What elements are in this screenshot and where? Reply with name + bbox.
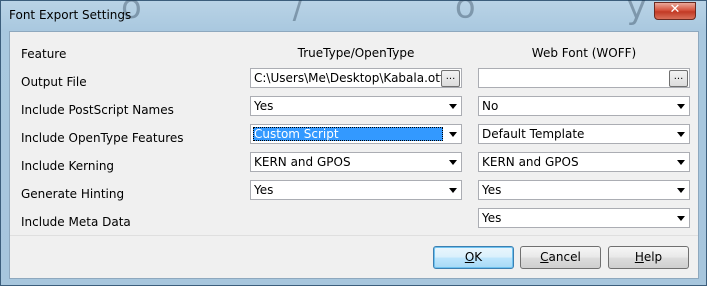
woff-opentype-value: Default Template xyxy=(482,127,585,141)
woff-postscript-value: No xyxy=(482,99,499,113)
chevron-down-icon xyxy=(677,216,685,221)
dialog-content: Feature TrueType/OpenType Web Font (WOFF… xyxy=(9,31,699,279)
cancel-mnemonic: C xyxy=(540,250,549,264)
truetype-kerning-select[interactable]: KERN and GPOS xyxy=(250,152,462,172)
chevron-down-icon xyxy=(449,132,457,137)
truetype-kerning-value: KERN and GPOS xyxy=(254,155,351,169)
output-file-label: Output File xyxy=(21,75,87,89)
truetype-column-header: TrueType/OpenType xyxy=(297,46,415,60)
chevron-down-icon xyxy=(677,132,685,137)
chevron-down-icon xyxy=(677,104,685,109)
truetype-postscript-value: Yes xyxy=(254,99,274,113)
woff-kerning-select[interactable]: KERN and GPOS xyxy=(478,152,690,172)
truetype-opentype-select[interactable]: Custom Script xyxy=(250,124,462,144)
truetype-hinting-select[interactable]: Yes xyxy=(250,180,462,200)
woff-hinting-select[interactable]: Yes xyxy=(478,180,690,200)
woff-browse-button[interactable]: ... xyxy=(669,70,688,87)
metadata-label: Include Meta Data xyxy=(21,215,131,229)
woff-metadata-select[interactable]: Yes xyxy=(478,208,690,228)
truetype-browse-button[interactable]: ... xyxy=(441,70,460,87)
chevron-down-icon xyxy=(449,188,457,193)
woff-kerning-value: KERN and GPOS xyxy=(482,155,579,169)
ok-button[interactable]: OK xyxy=(433,246,514,269)
background-glyphs: o / ö y ; ; < xyxy=(121,0,681,27)
woff-output-file-field[interactable]: ... xyxy=(478,68,690,88)
kerning-label: Include Kerning xyxy=(21,159,115,173)
help-label: elp xyxy=(643,250,663,264)
chevron-down-icon xyxy=(449,160,457,165)
ok-mnemonic: O xyxy=(464,250,475,264)
postscript-label: Include PostScript Names xyxy=(21,103,174,117)
truetype-hinting-value: Yes xyxy=(254,183,274,197)
chevron-down-icon xyxy=(677,160,685,165)
opentype-label: Include OpenType Features xyxy=(21,131,184,145)
chevron-down-icon xyxy=(677,188,685,193)
feature-column-header: Feature xyxy=(21,47,67,61)
woff-opentype-select[interactable]: Default Template xyxy=(478,124,690,144)
help-mnemonic: H xyxy=(634,250,644,264)
woff-metadata-value: Yes xyxy=(482,211,502,225)
dialog-window: o / ö y ; ; < Font Export Settings ✕ Fea… xyxy=(0,0,707,286)
divider xyxy=(10,235,698,236)
truetype-postscript-select[interactable]: Yes xyxy=(250,96,462,116)
help-button[interactable]: Help xyxy=(608,246,689,269)
woff-postscript-select[interactable]: No xyxy=(478,96,690,116)
truetype-output-file-field[interactable]: C:\Users\Me\Desktop\Kabala.otf ... xyxy=(250,68,462,88)
woff-hinting-value: Yes xyxy=(482,183,502,197)
window-title: Font Export Settings xyxy=(9,8,132,22)
truetype-output-file-value: C:\Users\Me\Desktop\Kabala.otf xyxy=(254,71,445,85)
close-button[interactable]: ✕ xyxy=(654,2,696,20)
close-icon: ✕ xyxy=(669,2,681,17)
cancel-button[interactable]: Cancel xyxy=(520,246,601,269)
woff-column-header: Web Font (WOFF) xyxy=(531,46,637,60)
ok-label: K xyxy=(474,250,483,264)
truetype-opentype-value: Custom Script xyxy=(254,127,339,141)
title-bar[interactable]: o / ö y ; ; < Font Export Settings ✕ xyxy=(1,0,706,31)
cancel-label: ancel xyxy=(548,250,581,264)
hinting-label: Generate Hinting xyxy=(21,187,125,201)
chevron-down-icon xyxy=(449,104,457,109)
